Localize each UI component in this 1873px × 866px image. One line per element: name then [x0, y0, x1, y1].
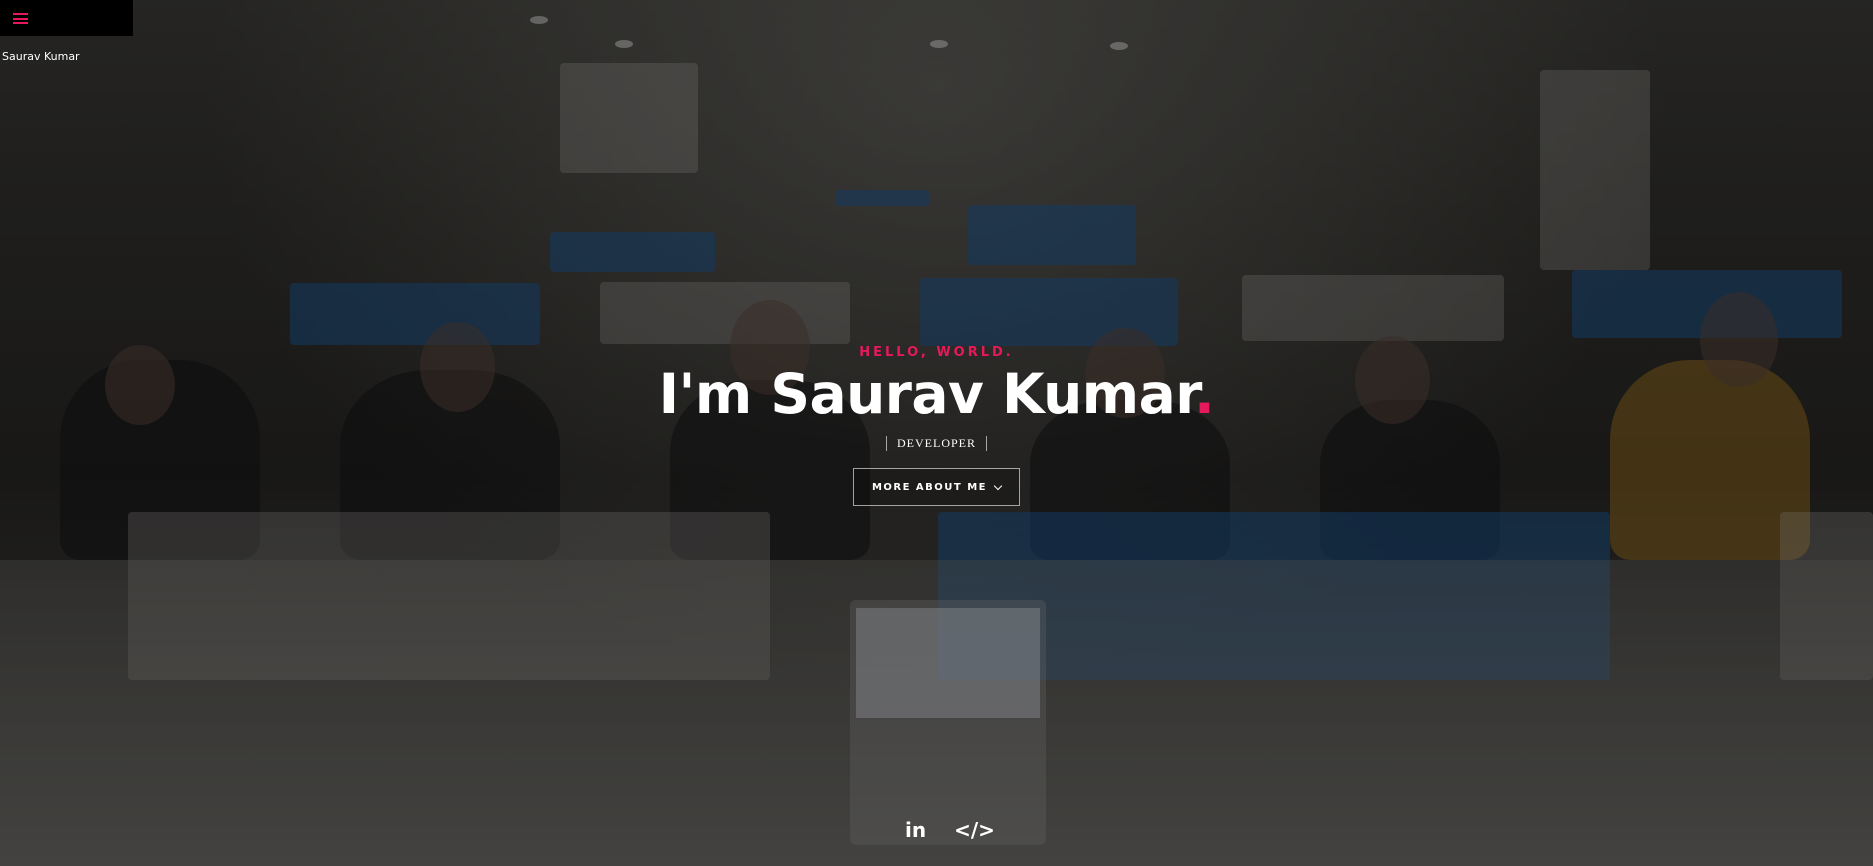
code-icon[interactable]: </>: [954, 818, 995, 842]
linkedin-icon[interactable]: in: [905, 818, 926, 842]
hamburger-line: [13, 17, 28, 20]
role-wrapper: DEVELOPER: [0, 434, 1873, 452]
site-name[interactable]: Saurav Kumar: [2, 50, 80, 63]
page-title: I'm Saurav Kumar.: [0, 364, 1873, 424]
name-text: I'm Saurav Kumar: [658, 362, 1195, 426]
hamburger-line: [13, 22, 28, 24]
greeting-text: HELLO, WORLD.: [859, 345, 1014, 360]
social-links: in </>: [905, 818, 995, 842]
menu-bar: [0, 0, 133, 36]
more-about-me-button[interactable]: MORE ABOUT ME: [852, 468, 1021, 506]
more-about-me-label: MORE ABOUT ME: [871, 481, 988, 493]
name-dot: .: [1194, 362, 1215, 426]
hero-section: Saurav Kumar HELLO, WORLD. I'm Saurav Ku…: [0, 0, 1873, 866]
hamburger-menu-icon[interactable]: [13, 13, 28, 24]
intro-content: HELLO, WORLD. I'm Saurav Kumar. DEVELOPE…: [0, 345, 1873, 506]
hamburger-line: [13, 13, 28, 15]
chevron-down-icon: [993, 481, 1003, 490]
role-text: DEVELOPER: [886, 436, 987, 451]
